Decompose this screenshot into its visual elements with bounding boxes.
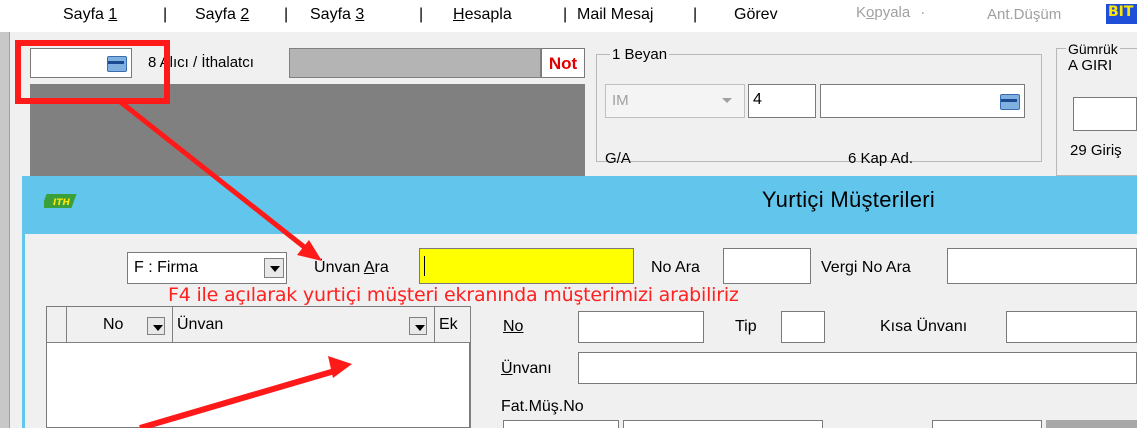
annotation-arrow-to-search (116, 98, 322, 261)
annotation-arrows (116, 98, 352, 428)
annotation-arrow-to-grid (139, 356, 352, 428)
